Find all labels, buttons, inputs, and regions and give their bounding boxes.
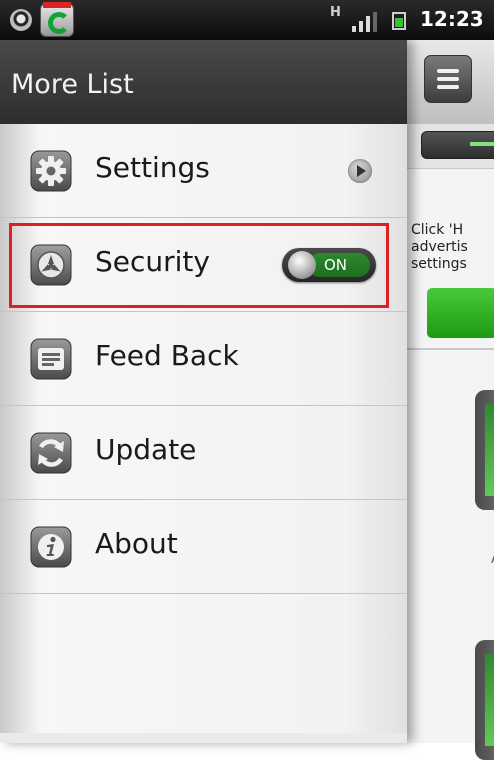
drawer-footer xyxy=(0,733,407,743)
menu-button[interactable] xyxy=(424,55,472,103)
description-line: Click 'H xyxy=(411,222,464,238)
notification-icon xyxy=(10,9,32,31)
battery-icon xyxy=(392,12,406,30)
feature-tile[interactable] xyxy=(475,390,494,510)
menu-item-settings[interactable]: Settings xyxy=(0,124,407,218)
gear-icon xyxy=(30,150,72,192)
toggle-label: ON xyxy=(324,256,348,274)
shield-icon xyxy=(30,244,72,286)
menu-item-label: Update xyxy=(95,433,197,466)
green-action-button[interactable] xyxy=(427,288,494,338)
security-toggle[interactable]: ON xyxy=(282,248,376,282)
drawer-title: More List xyxy=(11,69,134,100)
info-icon xyxy=(30,526,72,568)
status-time: 12:23 xyxy=(420,7,484,31)
signal-icon xyxy=(352,10,380,32)
main-action-button[interactable] xyxy=(421,131,494,159)
main-toolbar xyxy=(407,40,494,125)
chevron-right-icon[interactable] xyxy=(348,159,372,183)
main-subbar xyxy=(407,124,494,169)
menu-item-label: Settings xyxy=(95,151,210,184)
network-type-indicator: H xyxy=(330,5,341,20)
drawer-header: More List xyxy=(0,40,407,124)
navigation-drawer: More List Settings Security ON Feed Back… xyxy=(0,40,407,743)
main-app-panel: Click 'H advertis settings A xyxy=(407,40,494,760)
menu-item-feedback[interactable]: Feed Back xyxy=(0,312,407,406)
description-line: advertis xyxy=(411,239,468,255)
feedback-icon xyxy=(30,338,72,380)
menu-item-label: Feed Back xyxy=(95,339,239,372)
menu-item-security[interactable]: Security ON xyxy=(0,218,407,312)
app-icon xyxy=(40,2,74,37)
description-line: settings xyxy=(411,256,467,272)
divider xyxy=(407,348,494,350)
menu-item-label: Security xyxy=(95,245,210,278)
feature-tile[interactable] xyxy=(475,640,494,760)
refresh-icon xyxy=(30,432,72,474)
menu-item-about[interactable]: About xyxy=(0,500,407,594)
menu-item-label: About xyxy=(95,527,178,560)
status-bar: H 12:23 xyxy=(0,0,494,40)
main-description: Click 'H advertis settings xyxy=(411,222,494,273)
menu-item-update[interactable]: Update xyxy=(0,406,407,500)
toggle-knob xyxy=(288,251,316,279)
